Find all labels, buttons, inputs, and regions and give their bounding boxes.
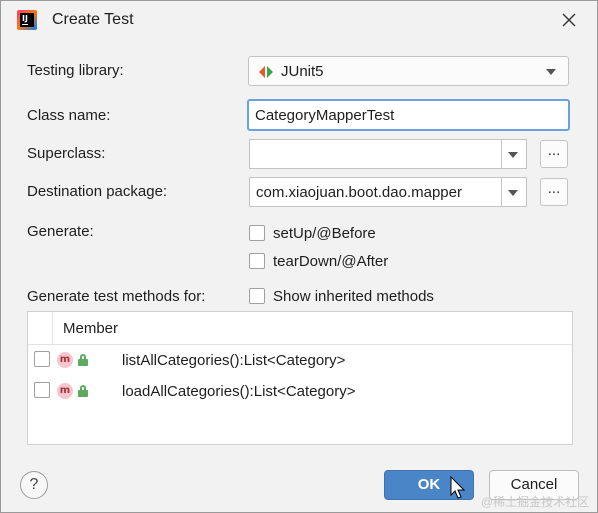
intellij-app-icon: IJ: [17, 10, 37, 30]
close-button[interactable]: [557, 7, 581, 33]
testing-library-value: JUnit5: [281, 63, 324, 80]
show-inherited-checkbox[interactable]: [249, 288, 265, 304]
testing-library-label: Testing library:: [27, 62, 124, 79]
method-icon: m: [57, 383, 73, 399]
help-button[interactable]: ?: [20, 471, 48, 499]
superclass-label: Superclass:: [27, 145, 106, 162]
class-name-label: Class name:: [27, 107, 111, 124]
methods-label: Generate test methods for:: [27, 288, 206, 305]
show-inherited-label[interactable]: Show inherited methods: [273, 288, 434, 305]
chevron-down-icon: [538, 57, 564, 85]
destination-package-browse-button[interactable]: ...: [540, 178, 568, 206]
setup-checkbox[interactable]: [249, 225, 265, 241]
close-icon: [562, 13, 576, 27]
create-test-dialog: IJ Create Test Testing library: JUnit5 C…: [0, 0, 598, 513]
table-row[interactable]: m loadAllCategories():List<Category>: [28, 376, 572, 406]
mouse-cursor-icon: [450, 476, 466, 499]
chevron-down-icon[interactable]: [500, 140, 526, 168]
dialog-title: Create Test: [52, 11, 134, 28]
row-checkbox[interactable]: [34, 382, 50, 398]
superclass-browse-button[interactable]: ...: [540, 140, 568, 168]
generate-label: Generate:: [27, 223, 94, 240]
method-signature: listAllCategories():List<Category>: [122, 352, 346, 369]
member-column-header[interactable]: Member: [63, 320, 118, 337]
destination-package-label: Destination package:: [27, 183, 168, 200]
destination-package-combo[interactable]: com.xiaojuan.boot.dao.mapper: [249, 177, 527, 207]
watermark: @稀土掘金技术社区: [481, 495, 590, 509]
destination-package-value: com.xiaojuan.boot.dao.mapper: [256, 184, 462, 201]
testing-library-select[interactable]: JUnit5: [248, 56, 569, 86]
table-header: Member: [28, 312, 572, 345]
teardown-checkbox[interactable]: [249, 253, 265, 269]
setup-checkbox-label[interactable]: setUp/@Before: [273, 225, 376, 242]
method-signature: loadAllCategories():List<Category>: [122, 383, 356, 400]
title-bar: IJ Create Test: [1, 1, 597, 39]
lock-icon: [78, 385, 90, 397]
teardown-checkbox-label[interactable]: tearDown/@After: [273, 253, 388, 270]
table-row[interactable]: m listAllCategories():List<Category>: [28, 345, 572, 375]
lock-icon: [78, 354, 90, 366]
members-table: Member m listAllCategories():List<Catego…: [27, 311, 573, 445]
method-icon: m: [57, 352, 73, 368]
class-name-input[interactable]: CategoryMapperTest: [247, 99, 570, 131]
class-name-value: CategoryMapperTest: [255, 107, 395, 124]
superclass-combo[interactable]: [249, 139, 527, 169]
junit-icon: [259, 66, 273, 78]
chevron-down-icon[interactable]: [500, 178, 526, 206]
row-checkbox[interactable]: [34, 351, 50, 367]
